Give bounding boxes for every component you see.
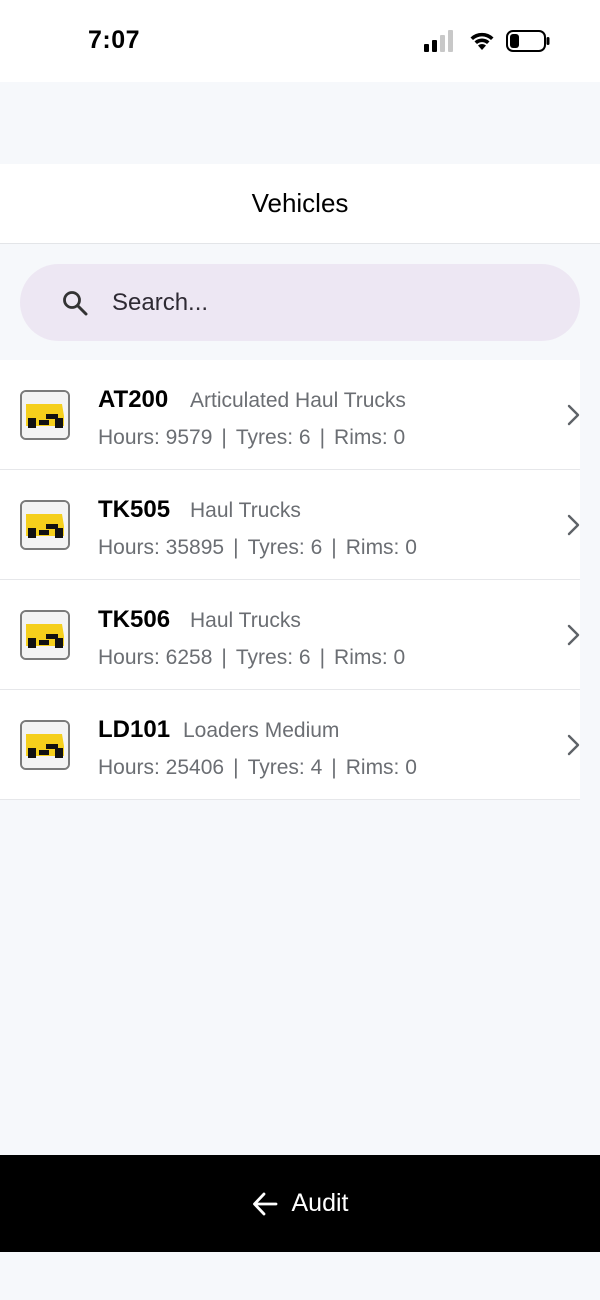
separator: | — [221, 646, 227, 669]
vehicle-tyres: Tyres: 4 — [247, 756, 323, 779]
vehicle-hours: Hours: 9579 — [98, 426, 213, 449]
search-bar[interactable] — [20, 264, 580, 341]
separator: | — [221, 426, 227, 449]
vehicle-row-tk506[interactable]: TK506 Haul Trucks Hours: 6258 | Tyres: 6 | R… — [0, 580, 580, 690]
nav-header: Vehicles — [0, 164, 600, 244]
vehicle-tyres: Tyres: 6 — [235, 646, 311, 669]
chevron-right-icon — [567, 514, 580, 536]
vehicle-rims: Rims: 0 — [345, 536, 417, 559]
vehicle-stats: Hours: 25406 | Tyres: 4 | Rims: 0 — [98, 756, 417, 780]
haul-truck-icon — [20, 390, 70, 440]
header-spacer — [0, 82, 600, 164]
vehicle-tyres: Tyres: 6 — [235, 426, 311, 449]
status-time: 7:07 — [88, 26, 141, 54]
vehicle-type: Articulated Haul Trucks — [190, 389, 406, 412]
chevron-right-icon — [567, 734, 580, 756]
vehicle-hours: Hours: 25406 — [98, 756, 225, 779]
vehicle-type: Haul Trucks — [190, 499, 301, 522]
vehicle-stats: Hours: 9579 | Tyres: 6 | Rims: 0 — [98, 426, 405, 450]
page-title: Vehicles — [251, 188, 349, 218]
separator: | — [233, 536, 239, 559]
separator: | — [331, 536, 337, 559]
status-bar: 7:07 — [0, 0, 600, 82]
vehicle-hours: Hours: 35895 — [98, 536, 225, 559]
separator: | — [331, 756, 337, 779]
haul-truck-icon — [20, 500, 70, 550]
chevron-right-icon — [567, 624, 580, 646]
vehicle-type: Loaders Medium — [183, 719, 340, 742]
cellular-signal-icon — [424, 30, 453, 52]
audit-back-button[interactable]: Audit — [0, 1155, 600, 1252]
wifi-icon — [470, 32, 494, 50]
vehicle-rims: Rims: 0 — [334, 646, 406, 669]
haul-truck-icon — [20, 610, 70, 660]
search-icon — [63, 291, 88, 316]
audit-label: Audit — [291, 1189, 349, 1217]
vehicle-type: Haul Trucks — [190, 609, 301, 632]
separator: | — [319, 426, 326, 449]
search-input[interactable] — [112, 264, 552, 341]
separator: | — [319, 646, 326, 669]
vehicle-rims: Rims: 0 — [334, 426, 406, 449]
vehicle-stats: Hours: 35895 | Tyres: 6 | Rims: 0 — [98, 536, 417, 560]
bottom-spacer — [0, 1252, 600, 1300]
vehicle-rims: Rims: 0 — [345, 756, 417, 779]
vehicle-id: TK505 — [98, 496, 171, 523]
vehicle-id: TK506 — [98, 606, 171, 633]
vehicle-id: AT200 — [98, 386, 169, 413]
vehicle-tyres: Tyres: 6 — [247, 536, 323, 559]
loader-icon — [20, 720, 70, 770]
vehicle-id: LD101 — [98, 716, 171, 743]
vehicle-hours: Hours: 6258 — [98, 646, 213, 669]
vehicle-row-tk505[interactable]: TK505 Haul Trucks Hours: 35895 | Tyres: 6 |… — [0, 470, 580, 580]
vehicle-row-ld101[interactable]: LD101 Loaders Medium Hours: 25406 | Tyres:… — [0, 690, 580, 800]
battery-icon — [506, 30, 550, 52]
vehicle-stats: Hours: 6258 | Tyres: 6 | Rims: 0 — [98, 646, 405, 670]
chevron-right-icon — [567, 404, 580, 426]
separator: | — [233, 756, 239, 779]
vehicle-list: AT200 Articulated Haul Trucks Hours: 957… — [0, 360, 580, 800]
back-arrow-icon — [252, 1192, 277, 1215]
vehicle-row-at200[interactable]: AT200 Articulated Haul Trucks Hours: 957… — [0, 360, 580, 470]
